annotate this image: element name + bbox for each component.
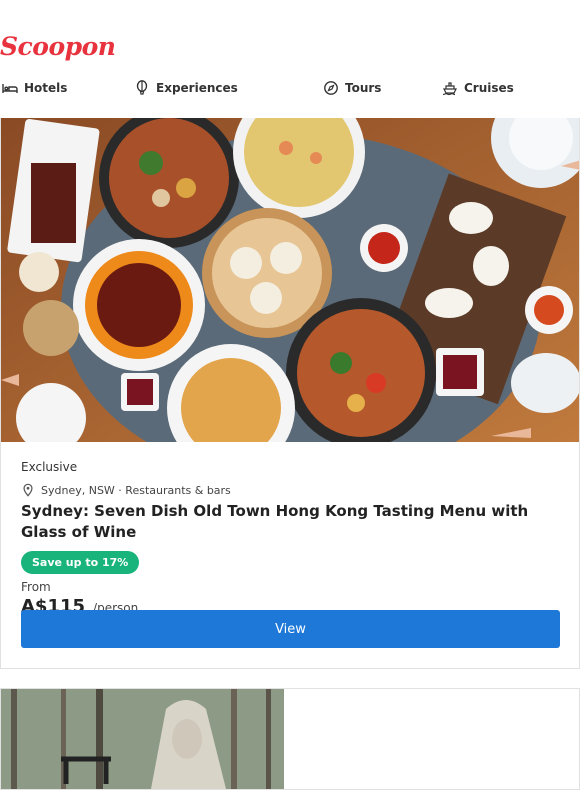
- location-pin-icon: [23, 483, 33, 497]
- bed-icon: [2, 84, 18, 93]
- nav-item-label: Experiences: [156, 81, 238, 95]
- view-deal-button[interactable]: View: [21, 610, 560, 648]
- exclusive-tag: Exclusive: [21, 460, 78, 474]
- deal-image-next[interactable]: [1, 689, 284, 789]
- sphinx-photo: [1, 689, 284, 789]
- deal-card[interactable]: Exclusive Sydney, NSW · Restaurants & ba…: [0, 118, 580, 669]
- nav-item-label: Hotels: [24, 81, 68, 95]
- nav-item-tours[interactable]: Tours: [323, 80, 381, 96]
- nav-item-label: Tours: [345, 81, 382, 95]
- deal-details: Exclusive Sydney, NSW · Restaurants & ba…: [21, 460, 561, 617]
- deal-image[interactable]: [1, 118, 579, 442]
- nav-item-experiences[interactable]: Experiences: [134, 80, 238, 96]
- savings-badge: Save up to 17%: [21, 551, 140, 574]
- nav-item-hotels[interactable]: Hotels: [2, 80, 67, 96]
- deal-location: Sydney, NSW · Restaurants & bars: [21, 483, 561, 497]
- nav-item-cruises[interactable]: Cruises: [442, 80, 514, 96]
- balloon-icon: [136, 80, 148, 95]
- deal-card-next[interactable]: [0, 688, 580, 790]
- brand-logo[interactable]: Scoopon: [0, 32, 116, 61]
- food-photo: [1, 118, 579, 442]
- nav-item-label: Cruises: [464, 81, 514, 95]
- deal-title[interactable]: Sydney: Seven Dish Old Town Hong Kong Ta…: [21, 501, 561, 543]
- category-nav: Hotels Experiences Tours Cruises: [0, 80, 580, 100]
- ship-icon: [442, 82, 457, 96]
- location-text: Sydney, NSW · Restaurants & bars: [41, 483, 231, 497]
- from-label: From: [21, 580, 51, 594]
- compass-icon: [324, 81, 338, 95]
